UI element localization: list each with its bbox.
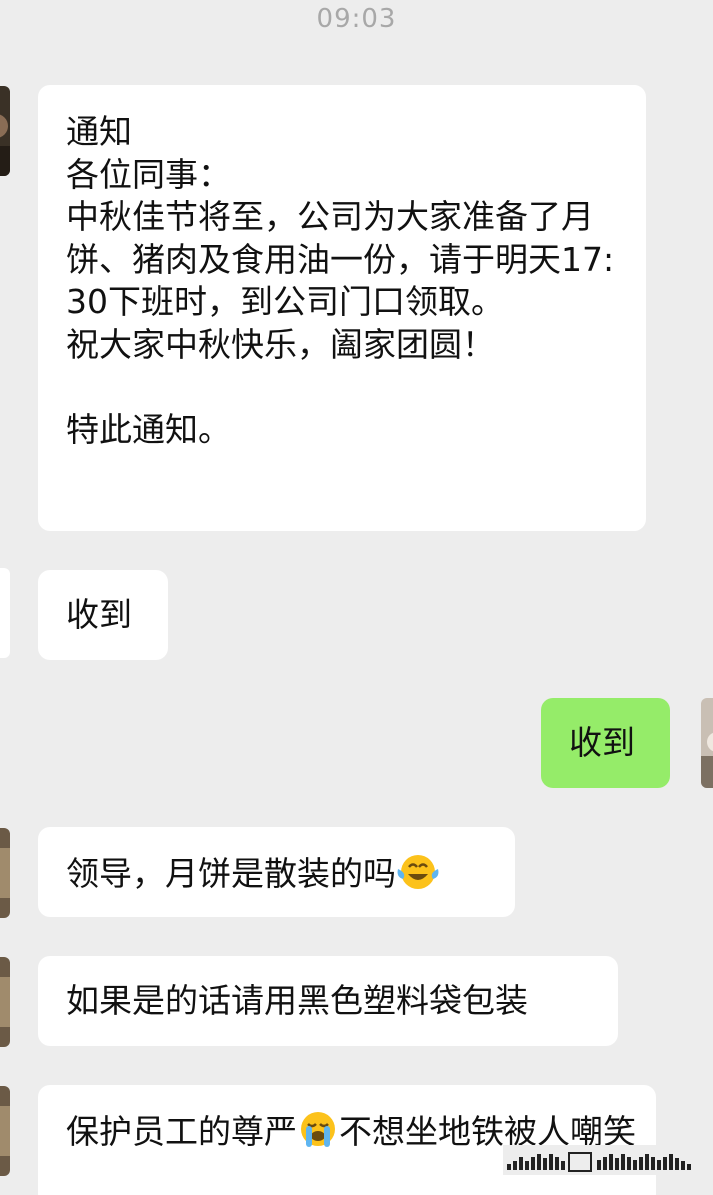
- message-text: 保护员工的尊严: [66, 1112, 297, 1151]
- avatar[interactable]: [0, 1086, 10, 1176]
- avatar[interactable]: [0, 86, 10, 176]
- message-timestamp: 09:03: [316, 4, 397, 34]
- message-bubble[interactable]: 领导，月饼是散装的吗: [38, 827, 515, 917]
- watermark-logo: [503, 1145, 699, 1175]
- message-text: 领导，月饼是散装的吗: [66, 854, 396, 893]
- message-bubble[interactable]: 收到: [38, 570, 168, 660]
- chat-screen: 09:03 通知 各位同事： 中秋佳节将至，公司为大家准备了月饼、猪肉及食用油一…: [0, 0, 713, 1195]
- message-bubble[interactable]: 如果是的话请用黑色塑料袋包装: [38, 956, 618, 1046]
- avatar[interactable]: [0, 568, 10, 658]
- my-avatar[interactable]: [701, 698, 713, 788]
- tears-of-joy-emoji: [396, 851, 440, 902]
- my-message-bubble[interactable]: 收到: [541, 698, 670, 788]
- message-bubble[interactable]: 通知 各位同事： 中秋佳节将至，公司为大家准备了月饼、猪肉及食用油一份，请于明天…: [38, 85, 646, 531]
- loudly-crying-emoji: [297, 1109, 339, 1160]
- message-bubble[interactable]: 保护员工的尊严 不想坐地铁被人嘲笑: [38, 1085, 656, 1195]
- avatar[interactable]: [0, 957, 10, 1047]
- avatar[interactable]: [0, 828, 10, 918]
